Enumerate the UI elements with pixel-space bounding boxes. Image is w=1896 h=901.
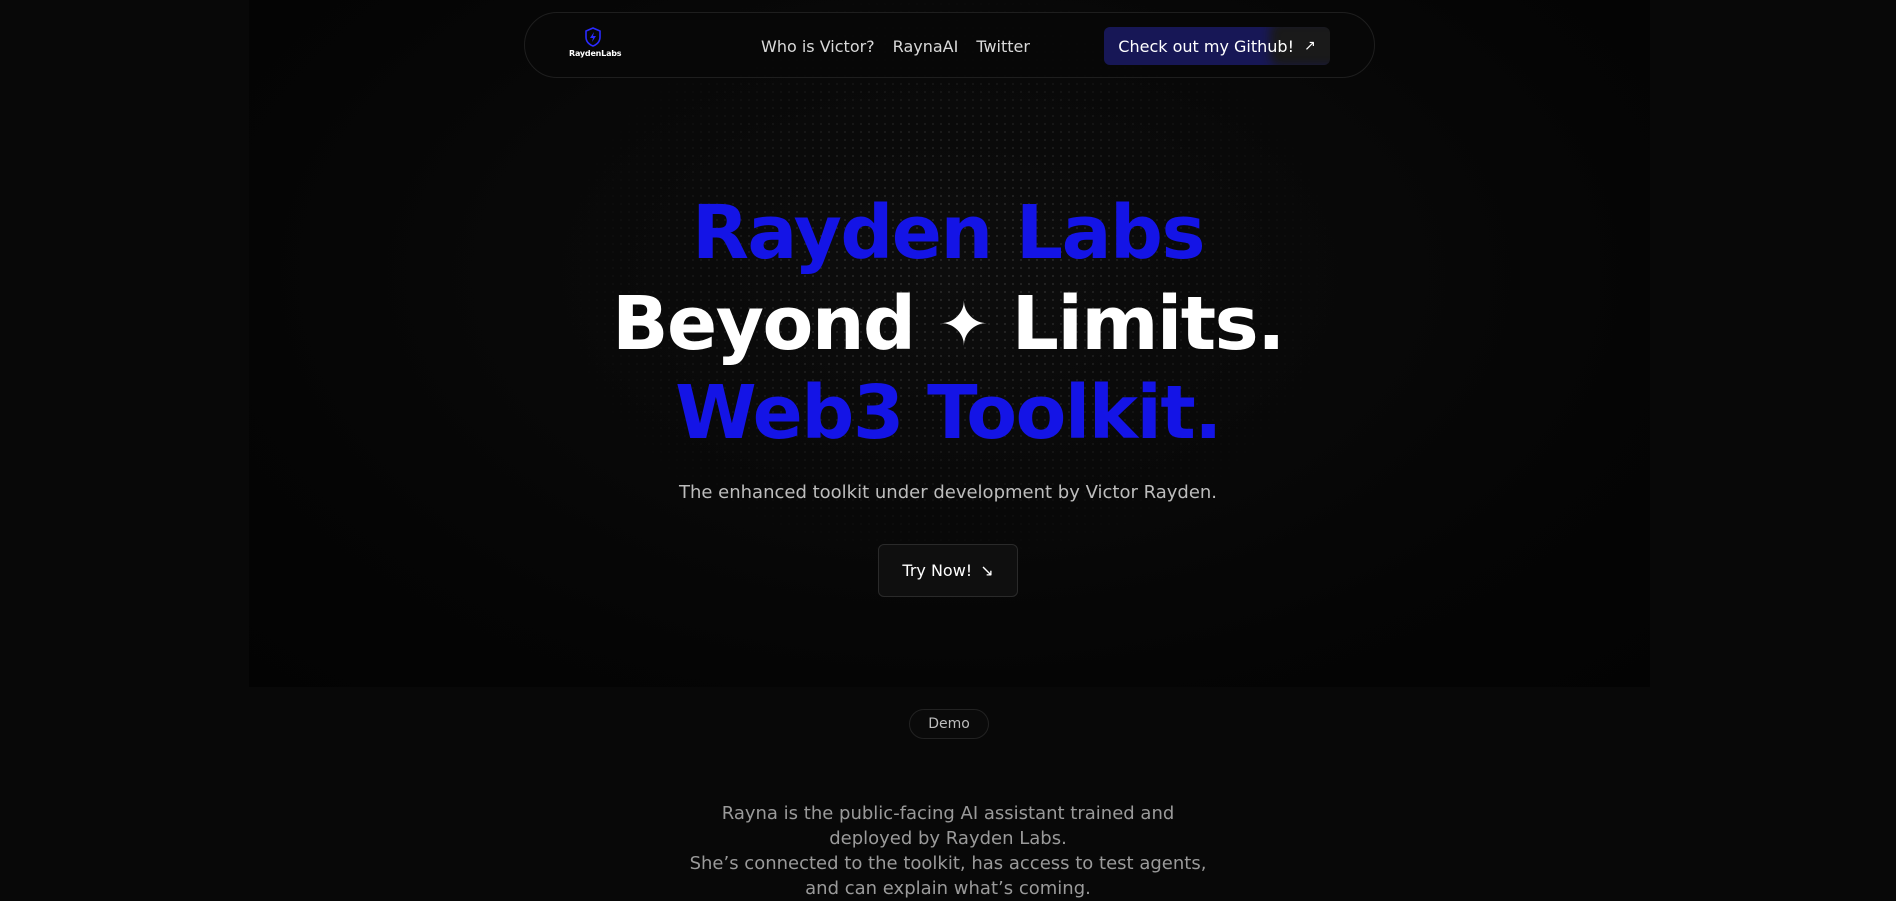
arrow-up-right-icon: ↗ bbox=[1303, 38, 1316, 54]
tagline-left: Beyond bbox=[612, 281, 916, 367]
shield-bolt-icon bbox=[585, 27, 601, 47]
hero-title-brand: Rayden Labs bbox=[691, 190, 1206, 276]
logo-text: RaydenLabs bbox=[569, 49, 622, 58]
description-line: Rayna is the public-facing AI assistant … bbox=[721, 803, 1175, 824]
nav-links: Who is Victor? RaynaAI Twitter bbox=[761, 13, 1030, 79]
description-line: deployed by Rayden Labs. bbox=[829, 828, 1067, 849]
try-now-button[interactable]: Try Now! ↘ bbox=[878, 544, 1018, 597]
arrow-down-right-icon: ↘ bbox=[980, 561, 994, 580]
hero-title-tagline: Beyond ✦ Limits. bbox=[0, 279, 1896, 370]
github-button-label: Check out my Github! bbox=[1118, 36, 1294, 56]
demo-description: Rayna is the public-facing AI assistant … bbox=[0, 801, 1896, 901]
top-navbar: RaydenLabs Who is Victor? RaynaAI Twitte… bbox=[524, 12, 1375, 78]
nav-link-raynaai[interactable]: RaynaAI bbox=[893, 37, 959, 56]
hero-title-toolkit: Web3 Toolkit. bbox=[675, 370, 1222, 456]
logo[interactable]: RaydenLabs bbox=[569, 27, 622, 67]
github-button[interactable]: Check out my Github! ↗ bbox=[1104, 27, 1330, 65]
tagline-right: Limits. bbox=[1011, 281, 1286, 367]
description-line: She’s connected to the toolkit, has acce… bbox=[689, 853, 1207, 874]
hero-subtitle: The enhanced toolkit under development b… bbox=[678, 482, 1218, 503]
nav-link-twitter[interactable]: Twitter bbox=[976, 37, 1030, 56]
demo-badge: Demo bbox=[909, 709, 989, 739]
description-line: and can explain what’s coming. bbox=[805, 878, 1091, 899]
try-now-label: Try Now! bbox=[902, 561, 973, 580]
nav-link-who-is-victor[interactable]: Who is Victor? bbox=[761, 37, 875, 56]
sparkle-icon: ✦ bbox=[938, 290, 989, 360]
